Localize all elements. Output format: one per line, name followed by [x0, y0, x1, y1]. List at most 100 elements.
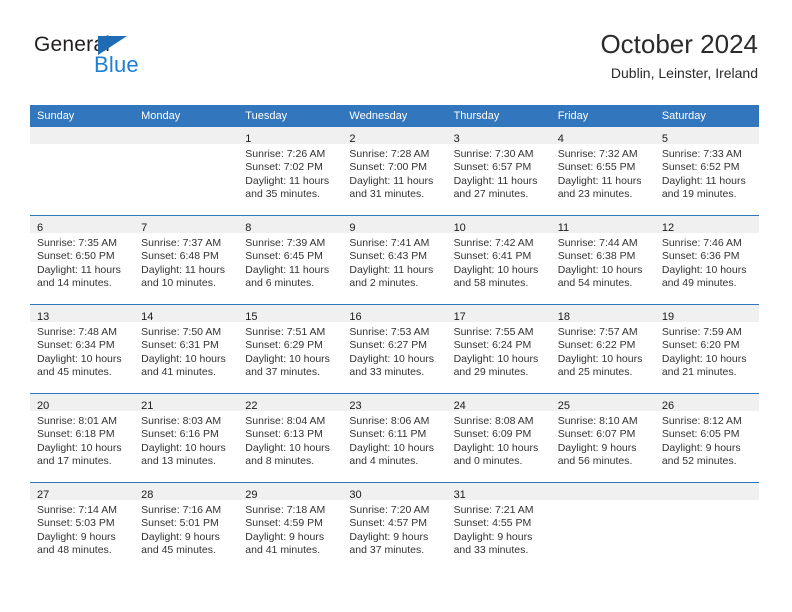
weekday-header-wednesday: Wednesday — [342, 105, 447, 128]
day-cell-body: Sunrise: 7:48 AM Sunset: 6:34 PM Daylight:… — [30, 322, 134, 379]
calendar-day-cell[interactable]: 15 Sunrise: 7:51 AM Sunset: 6:29 PM Dayligh… — [238, 304, 343, 394]
daylight-text: Daylight: 9 hours and 45 minutes. — [141, 530, 220, 556]
day-number-strip: 21 — [134, 394, 239, 412]
day-number-strip: 12 — [654, 216, 759, 234]
calendar-day-cell[interactable]: 14 Sunrise: 7:50 AM Sunset: 6:31 PM Dayligh… — [134, 304, 239, 394]
daylight-text: Daylight: 9 hours and 37 minutes. — [349, 530, 429, 556]
calendar-day-cell[interactable]: 17 Sunrise: 7:55 AM Sunset: 6:24 PM Dayligh… — [446, 304, 551, 394]
calendar-day-cell[interactable]: 9 Sunrise: 7:41 AM Sunset: 6:43 PM Daylight… — [342, 215, 447, 305]
calendar-day-cell[interactable]: 3 Sunrise: 7:30 AM Sunset: 6:57 PM Daylight… — [446, 127, 551, 216]
day-number: 28 — [141, 489, 154, 502]
day-number-strip: 30 — [342, 483, 447, 502]
daylight-text: Daylight: 10 hours and 37 minutes. — [245, 352, 330, 378]
sunset-text: Sunset: 4:59 PM — [245, 517, 323, 530]
sunset-text: Sunset: 6:13 PM — [245, 428, 323, 441]
calendar-cell-empty — [550, 482, 655, 572]
calendar-day-cell[interactable]: 24 Sunrise: 8:08 AM Sunset: 6:09 PM Dayligh… — [446, 393, 551, 483]
sunrise-text: Sunrise: 7:48 AM — [37, 326, 117, 339]
calendar-page: General Blue October 2024 Dublin, Leinst… — [0, 0, 792, 612]
sunset-text: Sunset: 6:22 PM — [557, 339, 636, 352]
calendar-day-cell[interactable]: 2 Sunrise: 7:28 AM Sunset: 7:00 PM Daylight… — [342, 127, 447, 216]
sunrise-text: Sunrise: 8:08 AM — [453, 415, 534, 428]
daylight-text: Daylight: 9 hours and 56 minutes. — [557, 441, 637, 467]
sunset-text: Sunset: 6:52 PM — [661, 161, 740, 174]
calendar-day-cell[interactable]: 13 Sunrise: 7:48 AM Sunset: 6:34 PM Dayligh… — [30, 304, 135, 394]
daylight-text: Daylight: 10 hours and 54 minutes. — [557, 263, 643, 289]
day-number: 31 — [453, 489, 466, 502]
calendar-day-cell[interactable]: 11 Sunrise: 7:44 AM Sunset: 6:38 PM Dayligh… — [550, 215, 655, 305]
day-number: 17 — [453, 311, 466, 324]
daylight-text: Daylight: 10 hours and 58 minutes. — [453, 263, 539, 289]
calendar-day-cell[interactable]: 7 Sunrise: 7:37 AM Sunset: 6:48 PM Daylight… — [134, 215, 239, 305]
sunrise-text: Sunrise: 7:18 AM — [245, 504, 326, 517]
day-number: 1 — [245, 133, 252, 146]
sunset-text: Sunset: 6:31 PM — [141, 339, 219, 352]
sunset-text: Sunset: 6:50 PM — [37, 250, 115, 263]
calendar-day-cell[interactable]: 21 Sunrise: 8:03 AM Sunset: 6:16 PM Dayligh… — [134, 393, 239, 483]
calendar-day-cell[interactable]: 18 Sunrise: 7:57 AM Sunset: 6:22 PM Dayligh… — [550, 304, 655, 394]
day-number-strip: 7 — [134, 216, 239, 234]
calendar-day-cell[interactable]: 31 Sunrise: 7:21 AM Sunset: 4:55 PM Dayligh… — [446, 482, 551, 572]
sunset-text: Sunset: 6:29 PM — [245, 339, 323, 352]
calendar-day-cell[interactable]: 6 Sunrise: 7:35 AM Sunset: 6:50 PM Daylight… — [30, 215, 135, 305]
sunset-text: Sunset: 6:09 PM — [453, 428, 532, 441]
calendar-day-cell[interactable]: 19 Sunrise: 7:59 AM Sunset: 6:20 PM Dayligh… — [654, 304, 759, 394]
daylight-text: Daylight: 10 hours and 25 minutes. — [557, 352, 643, 378]
day-number: 22 — [245, 400, 258, 413]
weekday-header-friday: Friday — [550, 105, 655, 128]
sunrise-text: Sunrise: 7:42 AM — [453, 237, 534, 250]
day-number-strip: 8 — [238, 216, 343, 234]
day-number: 25 — [557, 400, 570, 413]
day-cell-body: Sunrise: 7:35 AM Sunset: 6:50 PM Daylight:… — [30, 233, 134, 290]
calendar-day-cell[interactable]: 12 Sunrise: 7:46 AM Sunset: 6:36 PM Dayligh… — [654, 215, 759, 305]
calendar-day-cell[interactable]: 28 Sunrise: 7:16 AM Sunset: 5:01 PM Dayligh… — [134, 482, 239, 572]
calendar-day-cell[interactable]: 26 Sunrise: 8:12 AM Sunset: 6:05 PM Dayligh… — [654, 393, 759, 483]
day-number-strip: 15 — [238, 305, 343, 323]
sunrise-text: Sunrise: 7:30 AM — [453, 148, 534, 161]
daylight-text: Daylight: 10 hours and 45 minutes. — [37, 352, 122, 378]
calendar-day-cell[interactable]: 10 Sunrise: 7:42 AM Sunset: 6:41 PM Dayligh… — [446, 215, 551, 305]
sunset-text: Sunset: 7:02 PM — [245, 161, 323, 174]
calendar-day-cell[interactable]: 8 Sunrise: 7:39 AM Sunset: 6:45 PM Daylight… — [238, 215, 343, 305]
sunrise-text: Sunrise: 7:33 AM — [661, 148, 742, 161]
sunset-text: Sunset: 6:55 PM — [557, 161, 636, 174]
weekday-header-sunday: Sunday — [30, 105, 135, 128]
day-number: 29 — [245, 489, 258, 502]
day-number-strip: 27 — [30, 483, 135, 501]
day-cell-body: Sunrise: 7:32 AM Sunset: 6:55 PM Daylight:… — [551, 144, 655, 201]
day-number-strip: 28 — [134, 483, 239, 502]
weekday-header-saturday: Saturday — [654, 105, 759, 128]
calendar-day-cell[interactable]: 25 Sunrise: 8:10 AM Sunset: 6:07 PM Dayligh… — [550, 393, 655, 483]
day-number-strip: 16 — [342, 305, 447, 324]
sunrise-text: Sunrise: 7:46 AM — [661, 237, 742, 250]
sunset-text: Sunset: 6:18 PM — [37, 428, 115, 441]
day-number-strip: 14 — [134, 305, 239, 324]
day-cell-body: Sunrise: 8:08 AM Sunset: 6:09 PM Daylight:… — [447, 411, 551, 468]
sunrise-text: Sunrise: 7:14 AM — [37, 504, 117, 517]
calendar-day-cell[interactable]: 1 Sunrise: 7:26 AM Sunset: 7:02 PM Daylight… — [238, 127, 343, 216]
calendar-day-cell[interactable]: 16 Sunrise: 7:53 AM Sunset: 6:27 PM Dayligh… — [342, 304, 447, 394]
day-number-strip: 23 — [342, 394, 447, 412]
daylight-text: Daylight: 10 hours and 0 minutes. — [453, 441, 539, 467]
day-number-strip: 10 — [446, 216, 551, 234]
day-number: 11 — [557, 222, 570, 235]
calendar-day-cell[interactable]: 29 Sunrise: 7:18 AM Sunset: 4:59 PM Dayligh… — [238, 482, 343, 572]
calendar-day-cell[interactable]: 23 Sunrise: 8:06 AM Sunset: 6:11 PM Dayligh… — [342, 393, 447, 483]
calendar-day-cell[interactable]: 20 Sunrise: 8:01 AM Sunset: 6:18 PM Dayligh… — [30, 393, 135, 483]
calendar-day-cell[interactable]: 4 Sunrise: 7:32 AM Sunset: 6:55 PM Daylight… — [550, 127, 655, 216]
day-number: 30 — [349, 489, 362, 502]
day-number: 14 — [141, 311, 154, 324]
day-cell-body: Sunrise: 7:26 AM Sunset: 7:02 PM Daylight:… — [238, 144, 342, 201]
calendar-day-cell[interactable]: 5 Sunrise: 7:33 AM Sunset: 6:52 PM Daylight… — [654, 127, 759, 216]
daylight-text: Daylight: 10 hours and 29 minutes. — [453, 352, 539, 378]
calendar-day-cell[interactable]: 22 Sunrise: 8:04 AM Sunset: 6:13 PM Dayligh… — [238, 393, 343, 483]
calendar-day-cell[interactable]: 27 Sunrise: 7:14 AM Sunset: 5:03 PM Dayligh… — [30, 482, 135, 572]
day-number-strip: 13 — [30, 305, 135, 323]
sunset-text: Sunset: 5:01 PM — [141, 517, 219, 530]
daylight-text: Daylight: 10 hours and 21 minutes. — [661, 352, 747, 378]
calendar-day-cell[interactable]: 30 Sunrise: 7:20 AM Sunset: 4:57 PM Dayligh… — [342, 482, 447, 572]
calendar-cell-empty — [30, 127, 135, 216]
day-number: 16 — [349, 311, 362, 324]
day-number: 6 — [37, 222, 44, 235]
day-number-strip: 2 — [342, 127, 447, 145]
